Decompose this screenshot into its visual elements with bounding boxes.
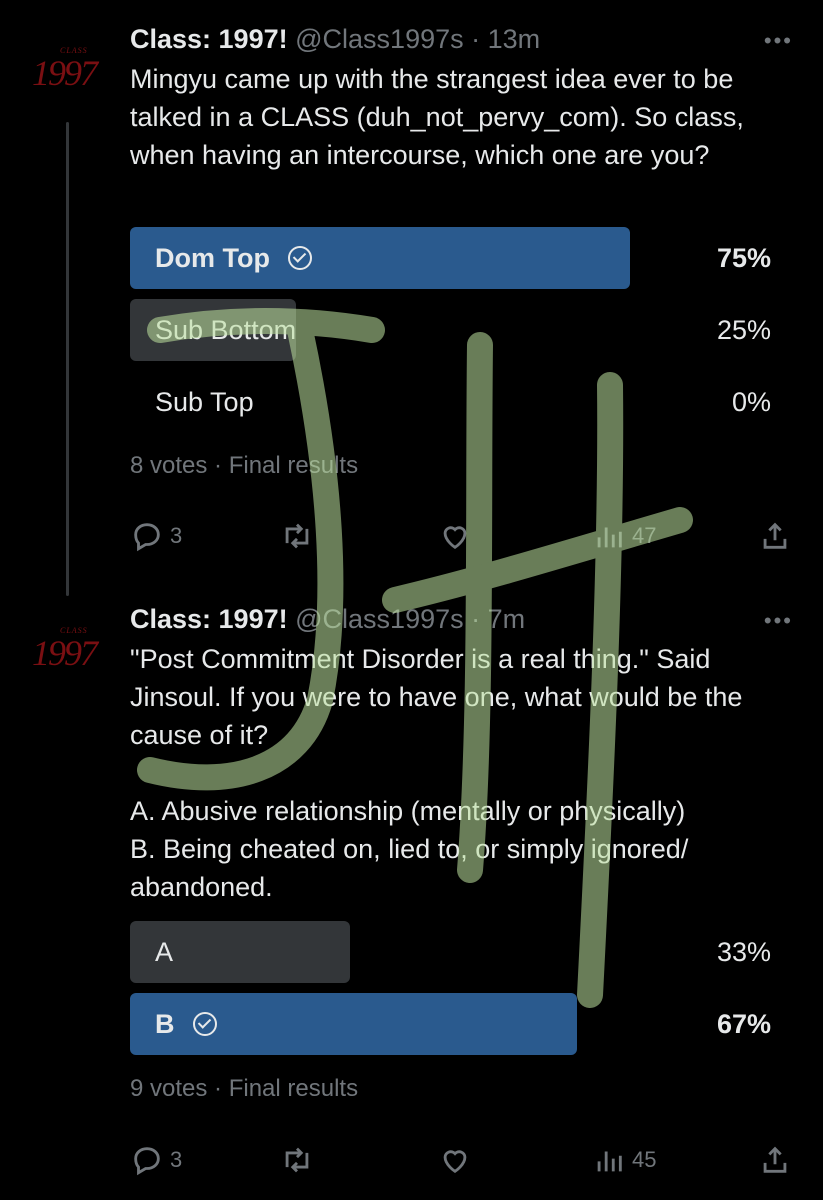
poll-option: B: [155, 993, 217, 1055]
more-icon[interactable]: •••: [764, 608, 793, 634]
views-icon: [597, 527, 622, 548]
poll-percent: 75%: [716, 243, 771, 273]
poll-percent: 0%: [731, 387, 771, 417]
retweet-icon: [285, 1147, 309, 1173]
check-circle-icon: [287, 246, 312, 270]
avatar[interactable]: CLASS 1997: [30, 626, 110, 673]
display-name[interactable]: Class: 1997!: [130, 604, 288, 634]
timestamp[interactable]: 7m: [488, 604, 526, 634]
poll-percent: 25%: [716, 315, 771, 345]
poll-percent: 33%: [716, 937, 771, 967]
share-button[interactable]: [758, 1140, 792, 1180]
tweet-header: Class: 1997! @Class1997s · 7m: [130, 604, 526, 634]
views-button[interactable]: 47: [592, 516, 656, 556]
more-icon[interactable]: •••: [764, 28, 793, 54]
tweet-2[interactable]: CLASS 1997 Class: 1997! @Class1997s · 7m…: [0, 600, 823, 1200]
retweet-button[interactable]: [280, 516, 314, 556]
reply-button[interactable]: 3: [130, 516, 182, 556]
like-button[interactable]: [438, 1140, 472, 1180]
reply-button[interactable]: 3: [130, 1140, 182, 1180]
share-icon: [763, 1146, 787, 1173]
timestamp[interactable]: 13m: [488, 24, 541, 54]
poll-results: 8 votes · Final results: [130, 452, 359, 479]
tweet-text: Mingyu came up with the strangest idea e…: [130, 64, 752, 170]
like-icon: [443, 1150, 467, 1174]
thread-line: [66, 122, 69, 596]
poll-results: 9 votes · Final results: [130, 1075, 359, 1102]
poll-percent: 67%: [716, 1009, 771, 1039]
poll-option: A: [155, 937, 174, 967]
reply-icon: [134, 523, 160, 552]
views-button[interactable]: 45: [592, 1140, 656, 1180]
like-icon: [443, 526, 467, 550]
handle[interactable]: @Class1997s: [295, 24, 464, 54]
poll-option: Dom Top: [155, 227, 312, 289]
action-bar: 3 45: [130, 1140, 795, 1180]
check-circle-icon: [192, 1012, 217, 1036]
tweet-header: Class: 1997! @Class1997s · 13m: [130, 24, 541, 54]
retweet-icon: [285, 523, 309, 549]
like-button[interactable]: [438, 516, 472, 556]
views-icon: [597, 1151, 622, 1172]
share-icon: [763, 522, 787, 549]
avatar[interactable]: CLASS 1997: [30, 46, 110, 93]
reply-icon: [134, 1147, 160, 1176]
tweet-1[interactable]: CLASS 1997 Class: 1997! @Class1997s · 13…: [0, 0, 823, 600]
handle[interactable]: @Class1997s: [295, 604, 464, 634]
tweet-text: "Post Commitment Disorder is a real thin…: [130, 644, 743, 902]
retweet-button[interactable]: [280, 1140, 314, 1180]
poll-option: Sub Top: [155, 387, 254, 417]
action-bar: 3 47: [130, 516, 795, 556]
share-button[interactable]: [758, 516, 792, 556]
poll-option: Sub Bottom: [155, 315, 297, 345]
display-name[interactable]: Class: 1997!: [130, 24, 288, 54]
